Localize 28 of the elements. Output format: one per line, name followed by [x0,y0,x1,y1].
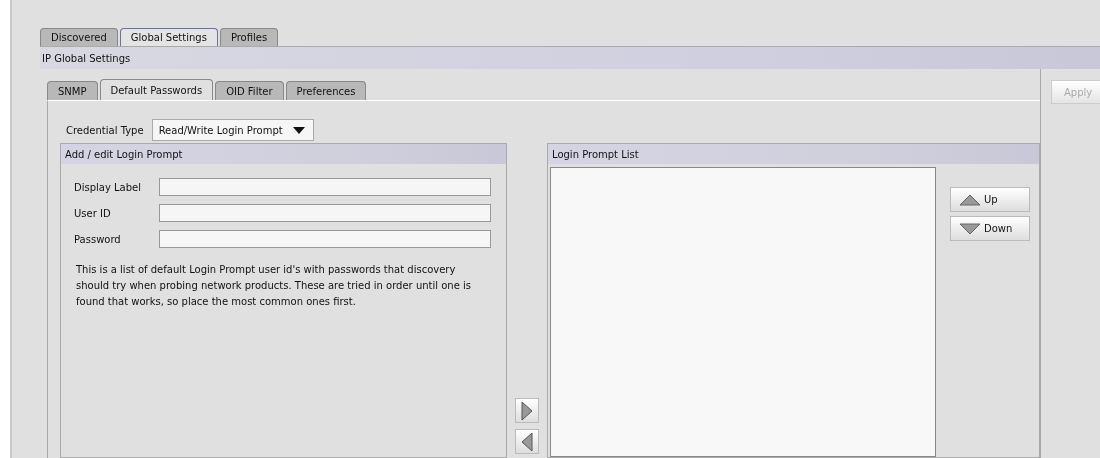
credential-type-dropdown[interactable]: Read/Write Login Prompt [151,119,314,141]
tab[interactable]: Default Passwords [99,79,214,100]
right-arrow-icon [521,400,533,421]
field-label: Credential Type [66,124,144,136]
tab[interactable]: Global Settings [119,28,218,46]
panel-title: Add / edit Login Prompt [65,148,183,160]
caret-icon [292,126,305,134]
tab[interactable]: OID Filter [215,81,284,100]
down-triangle-icon [959,222,981,235]
move-up-button[interactable]: Up [950,187,1030,212]
tab[interactable]: SNMP [47,81,98,100]
field-label: User ID [74,207,112,219]
tab[interactable]: Preferences [285,81,367,100]
field-label: Password [74,233,122,245]
remove-button[interactable] [515,429,539,454]
input-field[interactable] [159,178,491,196]
tab[interactable]: Profiles [219,28,279,46]
move-down-button[interactable]: Down [950,216,1030,241]
input-field[interactable] [159,204,491,222]
section-title: IP Global Settings [42,52,131,64]
tab[interactable]: Discovered [40,28,118,46]
add-button[interactable] [515,398,539,423]
left-arrow-icon [521,431,533,452]
input-field[interactable] [159,230,491,248]
field-label: Display Label [74,181,143,193]
up-triangle-icon [959,193,981,206]
panel-title: Login Prompt List [552,148,639,160]
description-text: This is a list of default Login Prompt user id's with passwords that discovery should try when probing network products. These are tried in order until one is found that works, so place the most common ones first. [76,263,472,309]
